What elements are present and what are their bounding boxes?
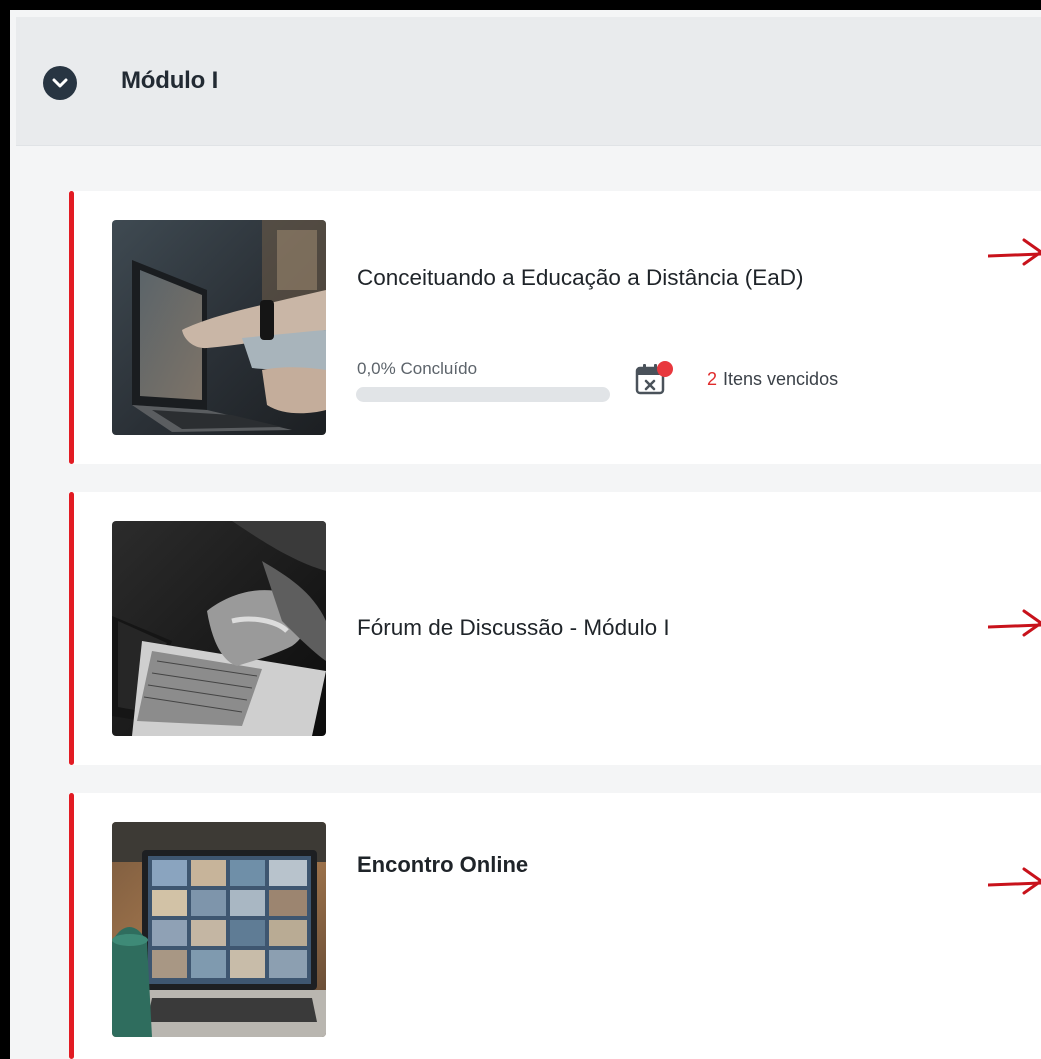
arrow-icon (988, 238, 1041, 266)
overdue-text: 2 Itens vencidos (707, 369, 838, 390)
list-item[interactable]: Encontro Online (69, 793, 1041, 1059)
item-title[interactable]: Conceituando a Educação a Distância (EaD… (357, 265, 804, 291)
video-call-laptop-image[interactable] (112, 822, 326, 1037)
item-title[interactable]: Fórum de Discussão - Módulo I (357, 615, 670, 641)
module-header[interactable]: Módulo I (16, 17, 1041, 146)
laptop-typing-image[interactable] (112, 521, 326, 736)
course-content-panel: Módulo I Conceituando a Educação a Distâ… (10, 10, 1041, 1059)
overdue-label: Itens vencidos (723, 369, 839, 389)
overdue-count: 2 (707, 369, 718, 389)
laptop-pointing-image[interactable] (112, 220, 326, 435)
module-title: Módulo I (121, 67, 219, 94)
arrow-icon (988, 867, 1041, 895)
accent-bar (69, 793, 74, 1059)
chevron-down-icon[interactable] (43, 66, 77, 100)
progress-bar (356, 387, 610, 402)
calendar-overdue-icon (635, 359, 679, 404)
item-title[interactable]: Encontro Online (357, 852, 528, 878)
list-item[interactable]: Conceituando a Educação a Distância (EaD… (69, 191, 1041, 464)
accent-bar (69, 191, 74, 464)
list-item[interactable]: Fórum de Discussão - Módulo I (69, 492, 1041, 765)
progress-label: 0,0% Concluído (357, 359, 478, 378)
arrow-icon (988, 609, 1041, 637)
accent-bar (69, 492, 74, 765)
